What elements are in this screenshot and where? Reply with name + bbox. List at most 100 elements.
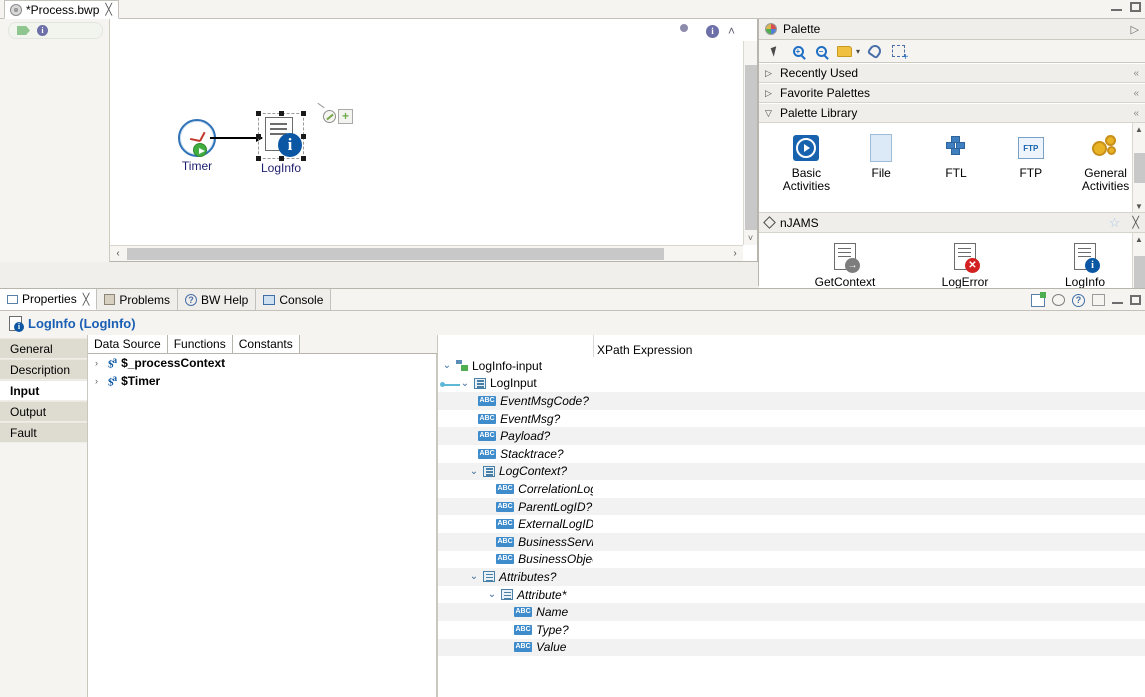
side-tab-fault[interactable]: Fault — [0, 422, 87, 443]
canvas-horizontal-scrollbar[interactable]: ‹ › — [110, 245, 743, 261]
chevron-down-icon[interactable]: ⌄ — [460, 378, 470, 389]
data-source-tree[interactable]: › $a $_processContext › $a $Timer — [88, 354, 437, 697]
njams-item-logerror[interactable]: ✕ LogError — [905, 237, 1025, 289]
scroll-up-icon[interactable]: ▲ — [1135, 235, 1143, 244]
palette-item-file[interactable]: File — [844, 129, 919, 193]
palette-section-palette-library[interactable]: ▽ Palette Library « — [759, 103, 1145, 123]
maximize-icon[interactable] — [1130, 295, 1141, 305]
note-icon[interactable] — [836, 43, 852, 59]
tab-constants[interactable]: Constants — [232, 335, 300, 353]
chevron-down-icon[interactable]: ▽ — [765, 108, 774, 119]
tab-problems[interactable]: Problems — [97, 289, 179, 310]
close-icon[interactable]: ╳ — [83, 293, 90, 306]
paperclip-icon[interactable] — [866, 42, 884, 60]
chevron-down-icon[interactable]: ⌄ — [469, 571, 479, 582]
chevron-right-icon[interactable]: › — [95, 376, 103, 386]
palette-section-njams[interactable]: nJAMS ☆ ╳ — [759, 213, 1145, 233]
canvas-vertical-scrollbar[interactable]: ˅ — [743, 41, 757, 245]
njams-item-loginfo[interactable]: i LogInfo — [1025, 237, 1145, 289]
tree-row[interactable]: ABC Payload? — [438, 427, 1145, 445]
restore-icon[interactable] — [1031, 291, 1046, 307]
tab-properties[interactable]: Properties ╳ — [0, 289, 98, 310]
chevron-right-icon[interactable]: ▷ — [765, 68, 774, 79]
minimize-icon[interactable] — [1111, 3, 1122, 11]
process-breadcrumb-chip[interactable]: i — [8, 22, 103, 39]
palette-section-favorite-palettes[interactable]: ▷ Favorite Palettes « — [759, 83, 1145, 103]
tab-data-source[interactable]: Data Source — [88, 335, 168, 353]
scrollbar-thumb[interactable] — [127, 247, 664, 260]
side-tab-output[interactable]: Output — [0, 401, 87, 422]
scroll-up-icon[interactable]: ▲ — [1135, 125, 1143, 134]
tree-row[interactable]: ABC EventMsg? — [438, 410, 1145, 428]
resize-handle[interactable] — [256, 111, 261, 116]
scroll-down-icon[interactable]: ▼ — [1135, 202, 1143, 211]
pin-icon[interactable] — [1092, 294, 1105, 306]
tree-row[interactable]: ⌄ Attribute* — [438, 586, 1145, 604]
njams-item-getcontext[interactable]: → GetContext — [785, 237, 905, 289]
tree-row[interactable]: ABC EventMsgCode? — [438, 392, 1145, 410]
scroll-left-icon[interactable]: ‹ — [110, 248, 126, 259]
chevron-down-icon[interactable]: ⌄ — [469, 466, 479, 477]
collapse-icon[interactable]: « — [1133, 88, 1139, 99]
palette-item-ftl[interactable]: FTL — [919, 129, 994, 193]
tree-row[interactable]: ABC Name — [438, 603, 1145, 621]
info-icon[interactable]: i — [705, 24, 719, 38]
tab-functions[interactable]: Functions — [167, 335, 233, 353]
close-icon[interactable]: ╳ — [1132, 216, 1139, 229]
marquee-select-icon[interactable] — [890, 43, 909, 63]
chevron-right-icon[interactable]: ▷ — [1131, 23, 1139, 36]
scrollbar-thumb[interactable] — [745, 65, 757, 230]
zoom-out-icon[interactable]: − — [813, 43, 829, 59]
scroll-right-icon[interactable]: › — [727, 248, 743, 259]
xpath-schema-tree[interactable]: ⌄ LogInfo-input ⌄ LogInput ABC EventMsgC… — [438, 357, 1145, 697]
side-tab-description[interactable]: Description — [0, 359, 87, 380]
tree-row[interactable]: ⌄ LogInput — [438, 375, 1145, 393]
tree-row[interactable]: ABC Stacktrace? — [438, 445, 1145, 463]
tree-row[interactable]: ABC ExternalLogID? — [438, 515, 1145, 533]
tree-row[interactable]: ⌄ LogContext? — [438, 462, 1145, 481]
tree-row[interactable]: ABC CorrelationLogI — [438, 480, 1145, 498]
palette-item-basic-activities[interactable]: Basic Activities — [769, 129, 844, 193]
side-tab-general[interactable]: General — [0, 338, 87, 359]
chevron-down-icon[interactable]: ⌄ — [442, 360, 452, 371]
list-item[interactable]: › $a $Timer — [88, 372, 436, 390]
question-icon[interactable]: ? — [1072, 293, 1085, 307]
node-loginfo[interactable]: i LogInfo — [254, 111, 308, 175]
tab-console[interactable]: Console — [256, 289, 332, 310]
cursor-icon[interactable] — [767, 43, 783, 59]
zoom-in-icon[interactable]: + — [790, 43, 806, 59]
chevron-up-icon[interactable]: ˄ — [728, 25, 735, 37]
star-icon[interactable]: ☆ — [1109, 215, 1121, 231]
collapse-icon[interactable]: « — [1133, 108, 1139, 119]
palette-library-scrollbar[interactable]: ▲ ▼ — [1132, 123, 1145, 212]
palette-item-ftp[interactable]: FTP FTP — [993, 129, 1068, 193]
tree-row[interactable]: ⌄ Attributes? — [438, 568, 1145, 586]
link-icon[interactable] — [1052, 294, 1065, 306]
add-icon[interactable]: + — [338, 109, 353, 124]
side-tab-input[interactable]: Input — [0, 380, 87, 401]
resize-handle[interactable] — [279, 156, 284, 161]
resize-handle[interactable] — [256, 134, 261, 139]
tree-row[interactable]: ABC Type? — [438, 621, 1145, 639]
chevron-right-icon[interactable]: ▷ — [765, 88, 774, 99]
maximize-icon[interactable] — [1130, 2, 1141, 12]
palette-section-recently-used[interactable]: ▷ Recently Used « — [759, 63, 1145, 83]
collapse-icon[interactable]: « — [1133, 68, 1139, 79]
tree-row[interactable]: ABC ParentLogID? — [438, 497, 1145, 516]
editor-tab-process[interactable]: *Process.bwp ╳ — [4, 0, 119, 19]
chevron-right-icon[interactable]: › — [95, 358, 103, 368]
tree-row[interactable]: ABC BusinessObject — [438, 551, 1145, 569]
resize-handle[interactable] — [301, 111, 306, 116]
wrench-icon[interactable] — [323, 110, 336, 123]
close-icon[interactable]: ╳ — [105, 3, 112, 16]
chevron-down-icon[interactable]: ▾ — [856, 47, 860, 56]
resize-handle[interactable] — [301, 156, 306, 161]
node-timer[interactable]: Timer — [168, 119, 226, 173]
tree-row[interactable]: ⌄ LogInfo-input — [438, 357, 1145, 375]
resize-handle[interactable] — [301, 134, 306, 139]
tree-row[interactable]: ABC Value — [438, 638, 1145, 657]
resize-handle[interactable] — [256, 156, 261, 161]
scrollbar-thumb[interactable] — [1133, 153, 1145, 183]
cloud-icon[interactable] — [683, 24, 697, 38]
chevron-down-icon[interactable]: ⌄ — [487, 589, 497, 600]
